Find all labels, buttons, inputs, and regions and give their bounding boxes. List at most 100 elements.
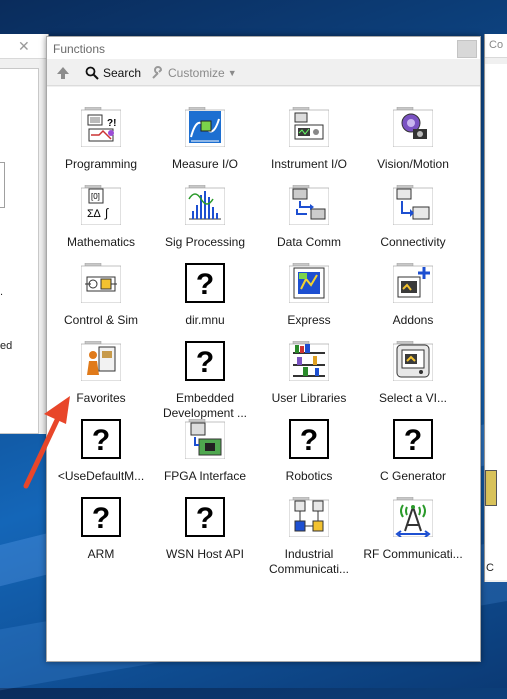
question-mark-icon: ? (185, 263, 225, 303)
svg-text:?: ? (404, 424, 422, 457)
palette-item-label: Connectivity (380, 235, 446, 249)
fpga-interface-icon (184, 418, 226, 460)
search-label: Search (103, 65, 142, 80)
palette-item-label: Embedded Development ... (162, 391, 248, 420)
question-mark-icon: ? (393, 419, 433, 459)
palette-item[interactable]: ?! Programming (49, 106, 153, 172)
background-window-field (0, 162, 5, 208)
background-window-text: . (0, 286, 4, 298)
svg-text:?: ? (92, 424, 110, 457)
palette-item-label: Vision/Motion (377, 157, 449, 171)
palette-item-label: User Libraries (271, 391, 347, 405)
palette-item-label: Measure I/O (171, 157, 239, 171)
palette-item-label: WSN Host API (165, 547, 245, 561)
customize-label: Customize (168, 65, 225, 80)
measure-io-icon (184, 106, 226, 148)
user-libraries-icon (288, 340, 330, 382)
question-mark-icon: ? (185, 341, 225, 381)
background-window-body (0, 68, 39, 434)
palette-item[interactable]: User Libraries (257, 340, 361, 406)
favorites-icon (80, 340, 122, 382)
palette-title: Functions (53, 42, 106, 56)
palette-item-label: Data Comm (276, 235, 341, 249)
question-mark-icon: ? (81, 497, 121, 537)
svg-text:?!: ?! (107, 118, 116, 129)
background-window-text: ed (0, 340, 13, 352)
palette-item[interactable]: Control & Sim (49, 262, 153, 328)
question-mark-icon: ? (289, 419, 329, 459)
palette-item[interactable]: ? C Generator (361, 419, 465, 484)
up-arrow-icon[interactable] (55, 65, 71, 81)
palette-item-label: Control & Sim (63, 313, 139, 327)
vision-motion-icon (392, 106, 434, 148)
palette-item[interactable]: Sig Processing (153, 184, 257, 250)
palette-item-label: <UseDefaultM... (57, 469, 145, 483)
palette-item[interactable]: Instrument I/O (257, 106, 361, 172)
addons-icon (392, 262, 434, 304)
palette-item-label: ARM (87, 547, 115, 561)
palette-content: ?! Programming Measure I/O Instrument I/O Vi… (47, 87, 480, 661)
sig-processing-icon (184, 184, 226, 226)
palette-item[interactable]: ? ARM (49, 497, 153, 562)
palette-item[interactable]: ? Embedded Development ... (153, 341, 257, 421)
select-vi-icon (392, 340, 434, 382)
palette-item[interactable]: Express (257, 262, 361, 328)
question-mark-icon: ? (185, 497, 225, 537)
palette-item[interactable]: Vision/Motion (361, 106, 465, 172)
industrial-comm-icon (288, 496, 330, 538)
instrument-io-icon (288, 106, 330, 148)
close-icon[interactable]: ✕ (18, 38, 30, 55)
palette-item[interactable]: ? dir.mnu (153, 263, 257, 328)
svg-text:?: ? (300, 424, 318, 457)
svg-text:?: ? (196, 346, 214, 379)
palette-item-label: Industrial Communicati... (268, 547, 350, 576)
dropdown-arrow-icon: ▼ (227, 67, 237, 78)
palette-item[interactable]: Addons (361, 262, 465, 328)
palette-item-label: Programming (64, 157, 138, 171)
palette-item-label: Select a VI... (378, 391, 448, 405)
palette-item-label: Instrument I/O (270, 157, 348, 171)
palette-item-label: C Generator (379, 469, 447, 483)
palette-item-label: Sig Processing (164, 235, 246, 249)
palette-item[interactable]: Measure I/O (153, 106, 257, 172)
svg-text:∫: ∫ (104, 206, 109, 220)
svg-text:[0]: [0] (91, 192, 100, 201)
palette-item[interactable]: ? <UseDefaultM... (49, 419, 153, 484)
control-sim-icon (80, 262, 122, 304)
rf-comm-icon (392, 496, 434, 538)
palette-item-label: RF Communicati... (363, 547, 463, 561)
palette-item-label: Addons (392, 313, 434, 327)
palette-titlebar[interactable]: Functions (47, 37, 480, 59)
customize-button[interactable]: Customize ▼ (151, 64, 237, 81)
palette-item-label: Robotics (285, 469, 333, 483)
palette-item[interactable]: Connectivity (361, 184, 465, 250)
background-window-right: Co C (484, 34, 507, 582)
palette-item[interactable]: [0] Σ∆ ∫ Mathematics (49, 184, 153, 250)
palette-toolbar: Search Customize ▼ (47, 59, 480, 86)
svg-text:?: ? (196, 268, 214, 301)
background-window-text: C (486, 562, 494, 574)
data-comm-icon (288, 184, 330, 226)
palette-item[interactable]: Data Comm (257, 184, 361, 250)
palette-item-label: Express (287, 313, 331, 327)
svg-text:?: ? (92, 502, 110, 535)
question-mark-icon: ? (81, 419, 121, 459)
palette-item[interactable]: Select a VI... (361, 340, 465, 406)
programming-icon: ?! (80, 106, 122, 148)
palette-item[interactable]: ? Robotics (257, 419, 361, 484)
mathematics-icon: [0] Σ∆ ∫ (80, 184, 122, 226)
search-icon (85, 66, 99, 80)
palette-close-button[interactable] (457, 40, 477, 58)
palette-item[interactable]: Favorites (49, 340, 153, 406)
connectivity-icon (392, 184, 434, 226)
express-icon (288, 262, 330, 304)
search-button[interactable]: Search (85, 64, 141, 81)
palette-item[interactable]: RF Communicati... (361, 496, 465, 562)
palette-item[interactable]: Industrial Communicati... (257, 496, 361, 577)
palette-item[interactable]: ? WSN Host API (153, 497, 257, 562)
background-window-icon (485, 470, 497, 506)
svg-text:Σ∆: Σ∆ (87, 208, 101, 220)
palette-item-label: dir.mnu (185, 313, 225, 327)
wrench-icon (152, 65, 163, 79)
palette-item[interactable]: FPGA Interface (153, 418, 257, 484)
